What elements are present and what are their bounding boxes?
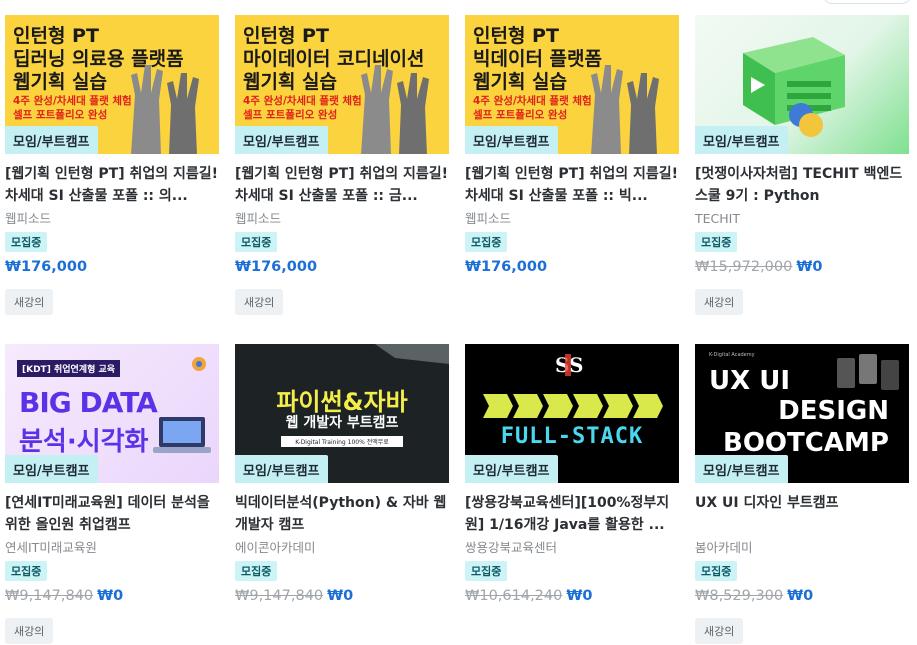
course-title[interactable]: [웹기획 인턴형 PT] 취업의 지름길! 차세대 SI 산출물 포폴 :: 의…	[5, 163, 219, 207]
course-provider: TECHIT	[695, 211, 740, 226]
course-thumbnail[interactable]: SS FULL-STACK 모임/부트캠프	[465, 344, 679, 483]
course-price: ₩0	[327, 588, 354, 604]
course-thumbnail[interactable]: [KDT] 취업연계형 교육 BIG DATA 분석·시각화 모임/부트캠프	[5, 344, 219, 483]
course-title[interactable]: [연세IT미래교육원] 데이터 분석을 위한 올인원 취업캠프	[5, 492, 219, 536]
thumbnail-subtitle: 4주 완성/차세대 플랫 체험 셀프 포트폴리오 완성	[473, 95, 592, 121]
course-card[interactable]: [KDT] 취업연계형 교육 BIG DATA 분석·시각화 모임/부트캠프 […	[5, 344, 219, 645]
status-badge: 모집중	[235, 232, 278, 252]
course-price: ₩0	[796, 259, 823, 275]
price-row: ₩9,147,840 ₩0	[5, 586, 219, 606]
thumbnail-small-label: K-Digital Training 100% 전액무료	[281, 436, 403, 447]
course-thumbnail[interactable]: 인턴형 PT 마이데이터 코디네이션 웹기획 실습 4주 완성/차세대 플랫 체…	[235, 15, 449, 154]
original-price: ₩8,529,300	[695, 588, 784, 604]
thumbnail-kdt-label: [KDT] 취업연계형 교육	[17, 360, 121, 377]
thumbnail-subtitle: 분석·시각화	[19, 427, 149, 457]
status-badge: 모집중	[5, 232, 48, 252]
course-card[interactable]: K-Digital Academy UX UI DESIGN BOOTCAMP …	[695, 344, 909, 645]
curriculum-arrows	[483, 394, 663, 418]
new-course-tag: 새강의	[695, 289, 744, 315]
course-card[interactable]: SS FULL-STACK 모임/부트캠프 [쌍용강북교육센터][100%정부지…	[465, 344, 679, 645]
thumbnail-subtitle: 4주 완성/차세대 플랫 체험 셀프 포트폴리오 완성	[13, 95, 132, 121]
course-price: ₩0	[787, 588, 814, 604]
category-badge: 모임/부트캠프	[465, 126, 558, 154]
course-title[interactable]: [멋쟁이사자처럼] TECHIT 백엔드 스쿨 9기 : Python	[695, 163, 909, 207]
thumbnail-subtitle: 웹 개발자 부트캠프	[285, 415, 399, 431]
thumbnail-title-line3: BOOTCAMP	[723, 428, 889, 458]
original-price: ₩9,147,840	[5, 588, 94, 604]
course-card[interactable]: 인턴형 PT 빅데이터 플랫폼 웹기획 실습 4주 완성/차세대 플랫 체험 셀…	[465, 15, 679, 324]
status-badge: 모집중	[465, 561, 508, 581]
course-provider: 에이콘아카데미	[235, 540, 316, 555]
course-thumbnail[interactable]: K-Digital Academy UX UI DESIGN BOOTCAMP …	[695, 344, 909, 483]
course-thumbnail[interactable]: 모임/부트캠프	[695, 15, 909, 154]
phone-mockups-illustration	[837, 354, 899, 390]
logo-icon	[192, 357, 206, 371]
course-card[interactable]: 파이썬&자바 웹 개발자 부트캠프 K-Digital Training 100…	[235, 344, 449, 645]
thumbnail-small-label: K-Digital Academy	[709, 352, 755, 358]
ss-logo-icon: SS	[555, 353, 583, 377]
course-provider: 연세IT미래교육원	[5, 540, 97, 555]
course-card[interactable]: 모임/부트캠프 [멋쟁이사자처럼] TECHIT 백엔드 스쿨 9기 : Pyt…	[695, 15, 909, 324]
original-price: ₩15,972,000	[695, 259, 793, 275]
course-price: ₩0	[97, 588, 124, 604]
thumbnail-subtitle: 4주 완성/차세대 플랫 체험 셀프 포트폴리오 완성	[243, 95, 362, 121]
course-thumbnail[interactable]: 인턴형 PT 빅데이터 플랫폼 웹기획 실습 4주 완성/차세대 플랫 체험 셀…	[465, 15, 679, 154]
price-row: ₩8,529,300 ₩0	[695, 586, 909, 606]
status-badge: 모집중	[235, 561, 278, 581]
new-course-tag: 새강의	[5, 289, 54, 315]
thumbnail-title: BIG DATA	[19, 386, 158, 419]
course-card[interactable]: 인턴형 PT 딥러닝 의료용 플랫폼 웹기획 실습 4주 완성/차세대 플랫 체…	[5, 15, 219, 324]
new-course-tag: 새강의	[235, 289, 284, 315]
thumbnail-title: FULL-STACK	[500, 424, 644, 449]
course-thumbnail[interactable]: 인턴형 PT 딥러닝 의료용 플랫폼 웹기획 실습 4주 완성/차세대 플랫 체…	[5, 15, 219, 154]
course-provider: 웹피소드	[235, 211, 282, 226]
category-badge: 모임/부트캠프	[235, 126, 328, 154]
price-row: ₩176,000	[235, 257, 449, 277]
sort-dropdown[interactable]	[823, 0, 911, 4]
course-price: ₩176,000	[5, 259, 88, 275]
thumbnail-title: UX UI	[709, 366, 790, 396]
category-badge: 모임/부트캠프	[5, 455, 98, 483]
course-provider: 봄아카데미	[695, 540, 753, 555]
status-badge: 모집중	[695, 561, 738, 581]
price-row: ₩15,972,000 ₩0	[695, 257, 909, 277]
course-provider: 웹피소드	[465, 211, 512, 226]
course-price: ₩0	[566, 588, 593, 604]
new-course-tag: 새강의	[695, 618, 744, 644]
category-badge: 모임/부트캠프	[695, 126, 788, 154]
original-price: ₩10,614,240	[465, 588, 563, 604]
raised-hands-illustration	[361, 65, 429, 154]
course-grid: 인턴형 PT 딥러닝 의료용 플랫폼 웹기획 실습 4주 완성/차세대 플랫 체…	[5, 15, 909, 645]
course-thumbnail[interactable]: 파이썬&자바 웹 개발자 부트캠프 K-Digital Training 100…	[235, 344, 449, 483]
original-price: ₩9,147,840	[235, 588, 324, 604]
status-badge: 모집중	[5, 561, 48, 581]
raised-hands-illustration	[591, 65, 659, 154]
category-badge: 모임/부트캠프	[5, 126, 98, 154]
course-title[interactable]: UX UI 디자인 부트캠프	[695, 492, 909, 536]
price-row: ₩10,614,240 ₩0	[465, 586, 679, 606]
category-badge: 모임/부트캠프	[465, 455, 558, 483]
course-price: ₩176,000	[465, 259, 548, 275]
device-illustration	[375, 344, 449, 364]
course-title[interactable]: [웹기획 인턴형 PT] 취업의 지름길! 차세대 SI 산출물 포폴 :: 빅…	[465, 163, 679, 207]
course-price: ₩176,000	[235, 259, 318, 275]
status-badge: 모집중	[695, 232, 738, 252]
category-badge: 모임/부트캠프	[695, 455, 788, 483]
price-row: ₩176,000	[465, 257, 679, 277]
course-provider: 웹피소드	[5, 211, 52, 226]
category-badge: 모임/부트캠프	[235, 455, 328, 483]
course-card[interactable]: 인턴형 PT 마이데이터 코디네이션 웹기획 실습 4주 완성/차세대 플랫 체…	[235, 15, 449, 324]
raised-hands-illustration	[131, 65, 199, 154]
course-title[interactable]: [쌍용강북교육센터][100%정부지원] 1/16개강 Java를 활용한 ..…	[465, 492, 679, 536]
thumbnail-title-line2: DESIGN	[778, 396, 889, 426]
course-provider: 쌍용강북교육센터	[465, 540, 558, 555]
course-title[interactable]: [웹기획 인턴형 PT] 취업의 지름길! 차세대 SI 산출물 포폴 :: 금…	[235, 163, 449, 207]
new-course-tag: 새강의	[5, 618, 54, 644]
status-badge: 모집중	[465, 232, 508, 252]
laptop-illustration	[153, 417, 211, 453]
course-title[interactable]: 빅데이터분석(Python) & 자바 웹개발자 캠프	[235, 492, 449, 536]
price-row: ₩176,000	[5, 257, 219, 277]
price-row: ₩9,147,840 ₩0	[235, 586, 449, 606]
